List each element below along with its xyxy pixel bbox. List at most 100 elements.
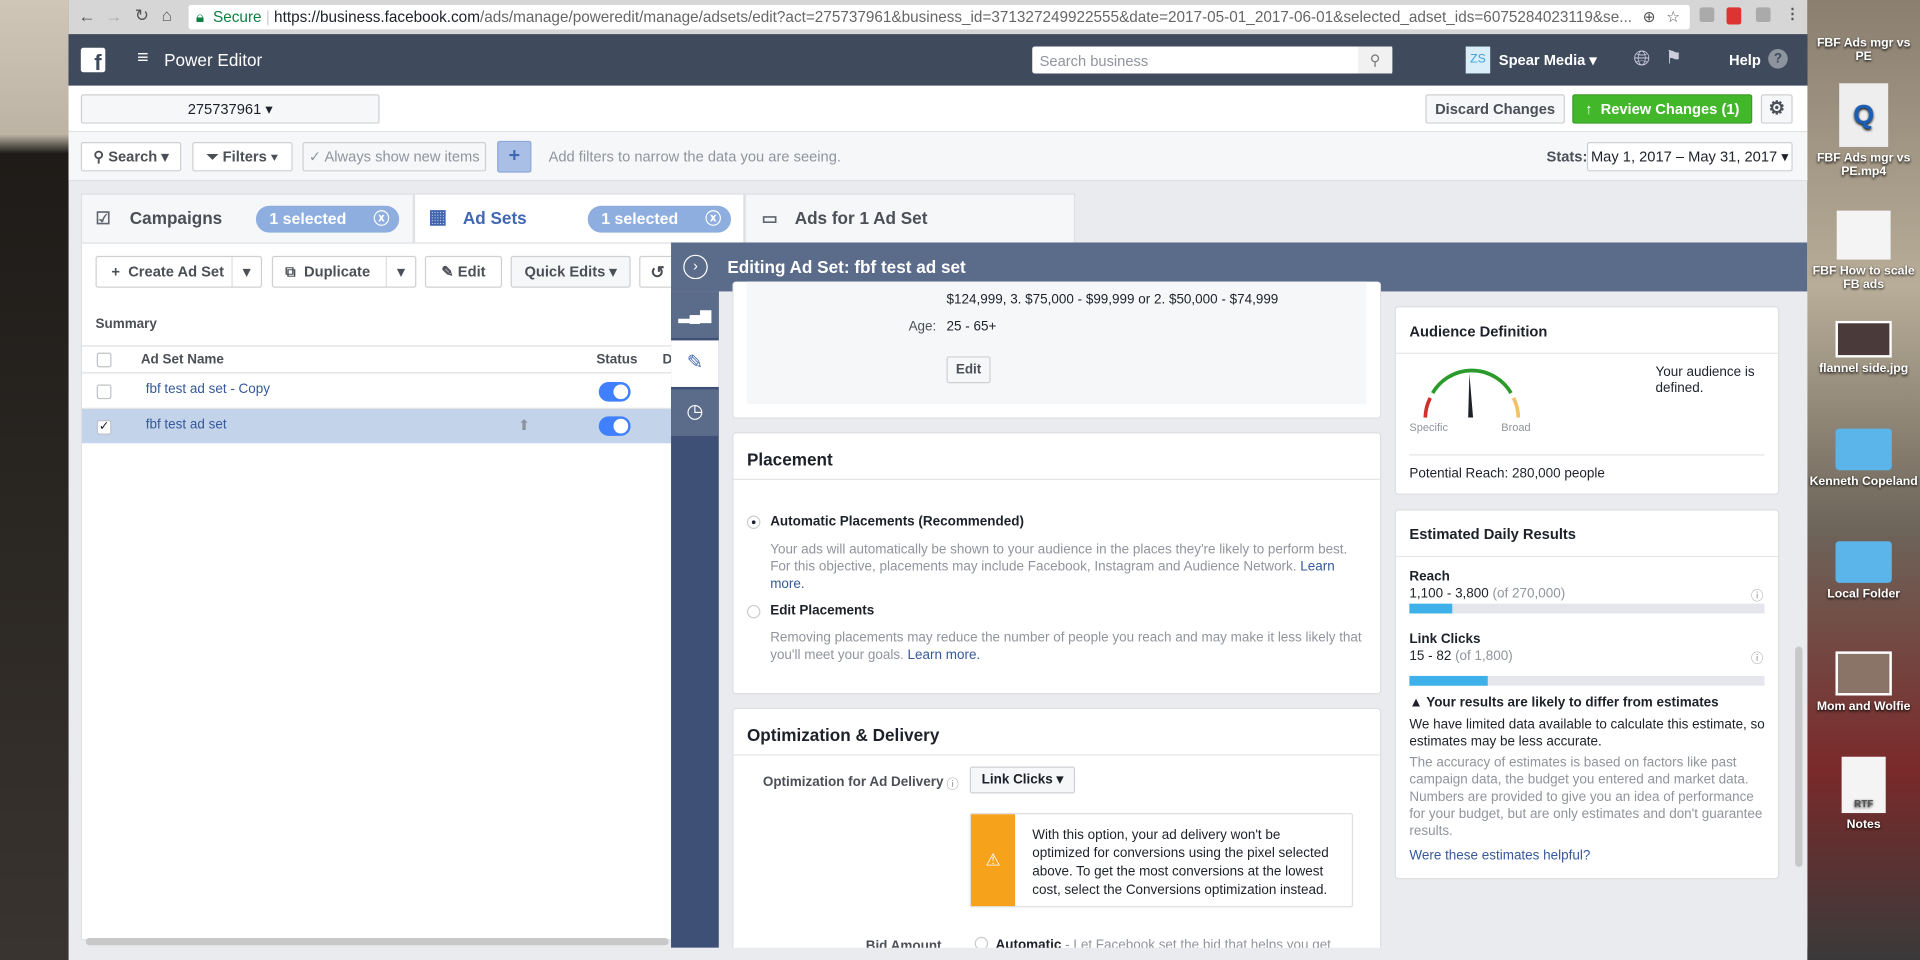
ad-set-name-link[interactable]: fbf test ad set - Copy — [146, 382, 270, 397]
desktop-file[interactable]: FBF How to scale FB ads — [1807, 210, 1920, 291]
date-range-picker[interactable]: May 1, 2017 – May 31, 2017 ▾ — [1586, 142, 1793, 172]
optimization-dropdown[interactable]: Link Clicks ▾ — [969, 766, 1076, 794]
status-toggle[interactable] — [598, 416, 631, 436]
zoom-icon[interactable]: ⊕ — [1643, 5, 1656, 29]
folder-icon — [1835, 428, 1892, 471]
table-row[interactable]: ✓ fbf test ad set ⬆ — [82, 408, 680, 444]
home-icon[interactable]: ⌂ — [162, 5, 172, 25]
globe-icon[interactable]: 🌐︎ — [1633, 47, 1650, 71]
always-show-label: Always show new items — [324, 148, 480, 166]
clear-selection-icon[interactable]: ⓧ — [373, 206, 389, 233]
optimization-value: Link Clicks — [981, 772, 1053, 788]
desktop-file[interactable]: Mom and Wolfie — [1807, 651, 1920, 714]
audience-status: Your audience is defined. — [1655, 364, 1755, 396]
info-icon[interactable]: ⓘ — [1751, 648, 1763, 666]
search-icon: ⚲ — [93, 148, 105, 166]
edit-placements-label[interactable]: Edit Placements — [770, 604, 874, 619]
edit-placements-radio[interactable] — [746, 604, 761, 619]
estimates-warning-title: ▲ Your results are likely to differ from… — [1409, 696, 1718, 711]
horizontal-scrollbar[interactable] — [85, 937, 669, 946]
filters-dropdown[interactable]: ⏷ Filters ▾ — [192, 142, 293, 172]
optimization-title: Optimization & Delivery — [746, 724, 940, 745]
desktop-file[interactable]: flannel side.jpg — [1807, 320, 1920, 376]
add-filter-button[interactable]: + — [497, 140, 532, 173]
search-dropdown[interactable]: ⚲ Search ▾ — [80, 142, 182, 172]
help-icon[interactable]: ? — [1768, 48, 1788, 69]
forward-icon[interactable]: → — [105, 6, 122, 26]
row-checkbox[interactable] — [96, 384, 112, 400]
flag-icon[interactable]: ⚑ — [1665, 47, 1681, 69]
chevron-down-icon[interactable]: ▾ — [231, 257, 260, 287]
discard-changes-button[interactable]: Discard Changes — [1425, 94, 1565, 124]
column-status[interactable]: Status — [596, 353, 637, 368]
secure-label: Secure — [213, 8, 262, 26]
automatic-placements-radio[interactable] — [746, 515, 761, 529]
estimates-feedback-link[interactable]: Were these estimates helpful? — [1409, 849, 1590, 864]
desktop-folder[interactable]: Local Folder — [1807, 541, 1920, 601]
placement-title: Placement — [746, 449, 833, 469]
desktop-file[interactable]: FBF Ads mgr vs PE — [1807, 37, 1920, 64]
panel-scrollbar[interactable] — [1795, 646, 1803, 867]
image-thumbnail-icon — [1835, 320, 1892, 358]
ad-set-name-link[interactable]: fbf test ad set — [146, 418, 227, 433]
account-switcher[interactable]: Spear Media ▾ — [1499, 51, 1597, 68]
automatic-placements-label[interactable]: Automatic Placements (Recommended) — [770, 514, 1024, 529]
status-toggle[interactable] — [598, 382, 631, 402]
collapse-panel-chevron-icon[interactable]: › — [683, 254, 708, 280]
learn-more-link[interactable]: Learn more. — [908, 648, 981, 663]
create-ad-set-button[interactable]: + Create Ad Set ▾ — [95, 255, 263, 288]
drive-extension-icon[interactable] — [1699, 7, 1715, 23]
menu-kebab-icon[interactable]: ⋮ — [1785, 5, 1800, 22]
clear-selection-icon[interactable]: ⓧ — [705, 206, 721, 233]
back-icon[interactable]: ← — [78, 6, 95, 26]
pencil-icon: ✎ — [441, 263, 454, 281]
reload-icon[interactable]: ↻ — [135, 5, 149, 26]
checkmark-icon: ✓ — [308, 148, 322, 166]
account-selector[interactable]: 275737961 ▾ — [80, 94, 380, 124]
table-row[interactable]: fbf test ad set - Copy — [82, 373, 680, 409]
column-ad-set-name[interactable]: Ad Set Name — [141, 353, 224, 368]
account-avatar[interactable]: ZS — [1465, 46, 1491, 74]
select-all-checkbox[interactable] — [96, 352, 112, 368]
bid-automatic-radio[interactable] — [974, 936, 989, 948]
row-checkbox[interactable]: ✓ — [96, 420, 112, 435]
clicks-range: 15 - 82 — [1409, 648, 1452, 664]
info-icon[interactable]: ⓘ — [947, 774, 959, 792]
adsets-selected-chip[interactable]: 1 selected ⓧ — [587, 205, 732, 233]
address-bar[interactable]: 🔒︎ Secure | https://business.facebook.co… — [188, 4, 1690, 30]
hamburger-menu-icon[interactable]: ≡ — [137, 48, 148, 70]
bid-automatic-option[interactable]: Automatic - Let Facebook set the bid tha… — [996, 938, 1331, 948]
stats-bars-icon[interactable]: ▂▄▆ — [671, 291, 719, 338]
edit-button[interactable]: ✎ Edit — [424, 255, 503, 288]
pencil-edit-icon[interactable]: ✎ — [671, 340, 719, 387]
create-label: Create Ad Set — [128, 263, 225, 281]
estimates-warning-body: We have limited data available to calcul… — [1409, 717, 1765, 750]
always-show-new-items-toggle[interactable]: ✓ Always show new items — [302, 142, 487, 172]
chevron-down-icon[interactable]: ▾ — [385, 257, 415, 287]
campaigns-selected-count: 1 selected — [269, 209, 347, 228]
search-business-input[interactable]: Search business ⚲ — [1032, 46, 1393, 74]
settings-gear-icon[interactable]: ⚙ — [1760, 94, 1793, 124]
panel-rail: ▂▄▆ ✎ ◷ — [671, 291, 719, 948]
desktop-file[interactable]: Q FBF Ads mgr vs PE.mp4 — [1807, 83, 1920, 179]
facebook-logo-icon[interactable]: f — [80, 47, 106, 75]
campaigns-selected-chip[interactable]: 1 selected ⓧ — [255, 205, 400, 233]
info-icon[interactable]: ⓘ — [1751, 585, 1763, 603]
desktop-file[interactable]: RTF Notes — [1807, 756, 1920, 831]
desktop-folder[interactable]: Kenneth Copeland — [1807, 428, 1920, 489]
bid-amount-label: Bid Amount — [865, 939, 942, 948]
edit-audience-button[interactable]: Edit — [946, 356, 991, 384]
bid-auto-desc: - Let Facebook set the bid that helps yo… — [1061, 937, 1331, 948]
edit-label: Edit — [457, 263, 486, 281]
bookmark-star-icon[interactable]: ☆ — [1666, 5, 1680, 29]
history-clock-icon[interactable]: ◷ — [671, 389, 719, 436]
desktop-file-label: flannel side.jpg — [1819, 362, 1909, 376]
duplicate-button[interactable]: ⧉ Duplicate ▾ — [271, 255, 417, 288]
search-icon[interactable]: ⚲ — [1357, 46, 1393, 74]
bid-auto-label: Automatic — [995, 937, 1062, 948]
quick-edits-dropdown[interactable]: Quick Edits ▾ — [510, 255, 631, 288]
review-changes-button[interactable]: ↑ Review Changes (1) — [1572, 94, 1753, 124]
code-extension-icon[interactable] — [1755, 7, 1771, 23]
calendar-extension-icon[interactable] — [1726, 7, 1742, 25]
help-link[interactable]: Help — [1729, 51, 1761, 68]
